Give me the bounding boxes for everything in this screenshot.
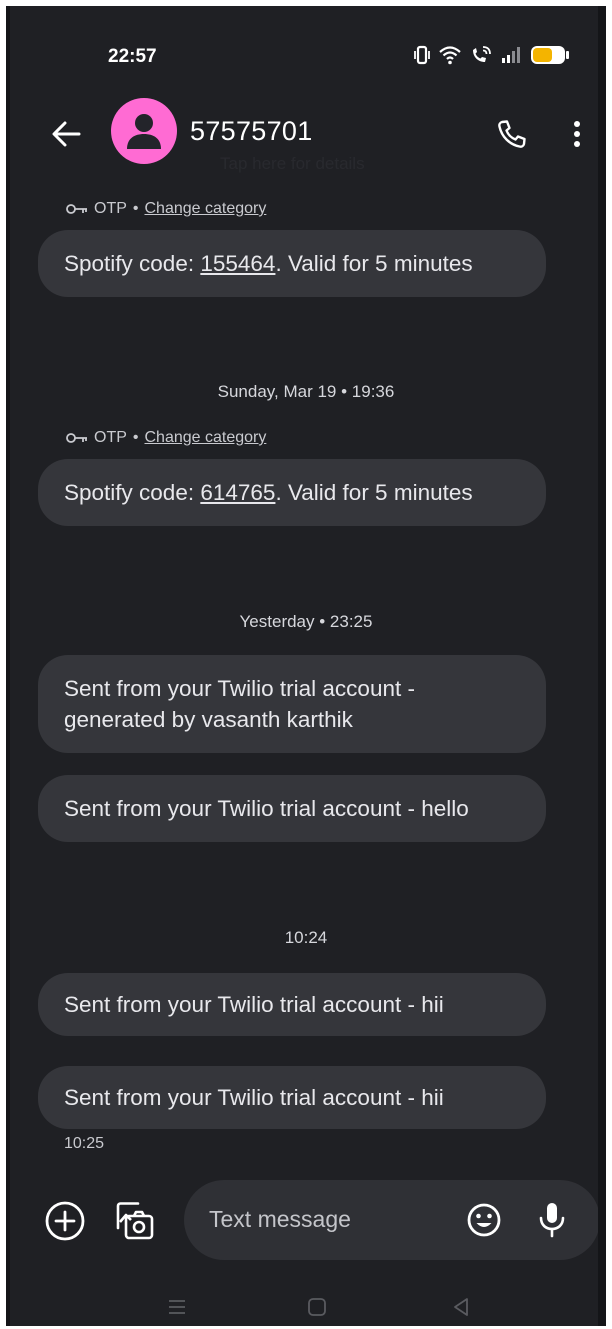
separator-dot: • (132, 200, 139, 217)
status-time: 22:57 (108, 46, 157, 67)
contact-avatar[interactable] (111, 98, 177, 164)
otp-code-link[interactable]: 155464 (200, 251, 275, 276)
contact-details-hint: Tap here for details (220, 154, 365, 173)
status-bar: 22:57 (6, 6, 606, 100)
more-options-button[interactable] (562, 114, 592, 154)
gallery-icon (116, 1202, 154, 1240)
nav-home-button[interactable] (302, 1292, 332, 1322)
menu-lines-icon (169, 1300, 185, 1314)
phone-screen: 22:57 57575701 Tap here for details OTP … (6, 6, 606, 1326)
message-text: Sent from your Twilio trial account - hi… (64, 992, 444, 1017)
emoji-button[interactable] (466, 1202, 502, 1238)
back-triangle-icon (454, 1298, 468, 1316)
message-text: . Valid for 5 minutes (275, 251, 473, 276)
message-timestamp: 10:25 (64, 1135, 105, 1152)
date-separator: Sunday, Mar 19 • 19:36 (217, 382, 395, 401)
message-text: Spotify code: (64, 480, 201, 505)
message-text: Sent from your Twilio trial account - he… (64, 796, 469, 821)
back-button[interactable] (46, 114, 86, 154)
vibrate-icon (414, 45, 430, 65)
message-bubble[interactable]: Sent from your Twilio trial account - he… (38, 775, 546, 842)
message-text: Sent from your Twilio trial account - hi… (64, 1085, 444, 1110)
otp-category-row: OTP • Change category (66, 429, 266, 447)
nav-recents-button[interactable] (162, 1292, 192, 1322)
message-text: Spotify code: (64, 251, 201, 276)
otp-code-link[interactable]: 614765 (200, 480, 275, 505)
add-attachment-button[interactable] (44, 1200, 86, 1242)
message-bubble[interactable]: Spotify code: 614765. Valid for 5 minute… (38, 459, 546, 526)
otp-label: OTP (94, 429, 127, 446)
otp-category-row: OTP • Change category (66, 200, 266, 218)
wifi-call-icon (470, 45, 492, 65)
emoji-icon (467, 1203, 501, 1237)
message-bubble[interactable]: Sent from your Twilio trial account - hi… (38, 1066, 546, 1129)
conversation-header: 57575701 Tap here for details (6, 98, 606, 200)
message-text: . Valid for 5 minutes (275, 480, 473, 505)
system-nav-bar (6, 1292, 606, 1326)
gallery-button[interactable] (112, 1198, 156, 1242)
key-icon (66, 204, 87, 214)
call-button[interactable] (492, 114, 532, 154)
home-square-icon (308, 1298, 326, 1316)
wifi-icon (438, 45, 462, 65)
date-separator: Yesterday • 23:25 (239, 612, 373, 631)
message-text: Sent from your Twilio trial account - ge… (64, 676, 415, 732)
compose-bar: Text message (6, 1178, 606, 1262)
separator-dot: • (132, 429, 139, 446)
plus-circle-icon (45, 1201, 85, 1241)
phone-icon (498, 120, 526, 148)
message-bubble[interactable]: Sent from your Twilio trial account - ge… (38, 655, 546, 753)
battery-icon (530, 44, 570, 66)
contact-name[interactable]: 57575701 (190, 116, 313, 147)
more-vertical-icon (574, 121, 580, 147)
microphone-icon (539, 1203, 565, 1238)
nav-back-button[interactable] (446, 1292, 476, 1322)
date-separator: 10:24 (284, 928, 328, 947)
message-input-placeholder: Text message (209, 1206, 351, 1232)
message-input[interactable]: Text message (184, 1180, 600, 1260)
key-icon (66, 433, 87, 443)
voice-input-button[interactable] (534, 1200, 570, 1240)
message-bubble[interactable]: Sent from your Twilio trial account - hi… (38, 973, 546, 1036)
change-category-link[interactable]: Change category (145, 429, 267, 447)
message-bubble[interactable]: Spotify code: 155464. Valid for 5 minute… (38, 230, 546, 297)
otp-label: OTP (94, 200, 127, 217)
person-icon (127, 114, 161, 149)
back-arrow-icon (52, 121, 81, 147)
signal-icon (500, 45, 522, 65)
status-icons (414, 44, 570, 66)
change-category-link[interactable]: Change category (145, 200, 267, 218)
